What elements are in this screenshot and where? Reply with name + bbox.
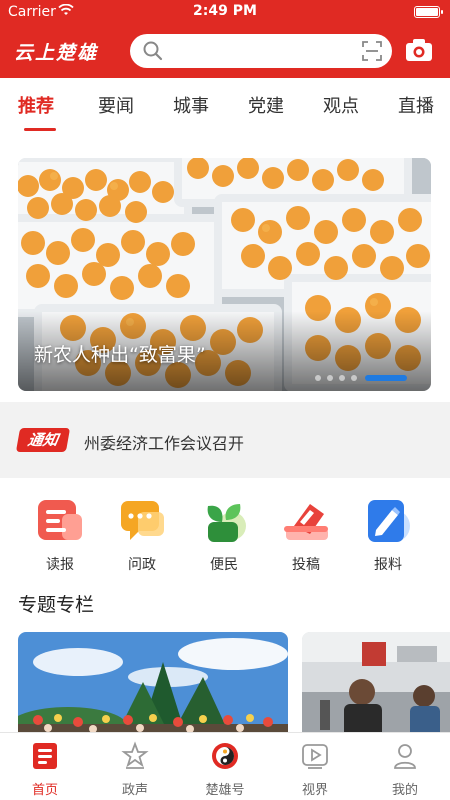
carousel-indicator bbox=[315, 375, 409, 381]
banner-carousel[interactable]: 新农人种出“致富果” bbox=[18, 158, 431, 391]
search-icon bbox=[142, 40, 164, 66]
status-time: 2:49 PM bbox=[193, 3, 257, 19]
section-title: 专题专栏 bbox=[18, 594, 95, 616]
quick-link-label: 便民 bbox=[210, 557, 238, 573]
status-bar: Carrier 2:49 PM bbox=[0, 0, 450, 24]
camera-icon[interactable] bbox=[405, 38, 433, 66]
bottom-nav: 首页 政声 楚雄号 视界 我的 bbox=[0, 732, 450, 800]
user-icon bbox=[390, 741, 420, 771]
quick-links: 读报 问政 便民 投稿 报料 bbox=[0, 478, 450, 578]
quick-link-read-paper[interactable]: 读报 bbox=[30, 496, 90, 574]
tab-recommend[interactable]: 推荐 bbox=[18, 92, 54, 118]
quick-link-label: 问政 bbox=[128, 557, 156, 573]
tab-opinion[interactable]: 观点 bbox=[323, 92, 359, 118]
nav-home[interactable]: 首页 bbox=[10, 741, 80, 798]
quick-link-report[interactable]: 报料 bbox=[358, 496, 418, 574]
chat-bubble-icon bbox=[116, 496, 168, 548]
nav-label: 我的 bbox=[391, 783, 418, 798]
nav-chuxiong[interactable]: 楚雄号 bbox=[190, 741, 260, 798]
star-badge-icon bbox=[120, 741, 150, 771]
nav-label: 政声 bbox=[121, 783, 148, 798]
carousel-dot[interactable] bbox=[315, 375, 321, 381]
notice-bar[interactable]: 通知 州委经济工作会议召开 bbox=[0, 402, 450, 478]
carousel-dot[interactable] bbox=[327, 375, 333, 381]
nav-politics[interactable]: 政声 bbox=[100, 741, 170, 798]
active-tab-indicator bbox=[24, 128, 56, 131]
notice-text[interactable]: 州委经济工作会议召开 bbox=[84, 430, 244, 454]
app-header: Carrier 2:49 PM 云上楚雄 bbox=[0, 0, 450, 78]
envelope-icon bbox=[280, 496, 332, 548]
tab-party[interactable]: 党建 bbox=[248, 92, 284, 118]
edit-note-icon bbox=[362, 496, 414, 548]
tab-city[interactable]: 城事 bbox=[173, 92, 209, 118]
tab-headlines[interactable]: 要闻 bbox=[98, 92, 134, 118]
nav-label: 楚雄号 bbox=[205, 783, 245, 798]
nav-mine[interactable]: 我的 bbox=[370, 741, 440, 798]
newspaper-icon bbox=[34, 496, 86, 548]
topic-card-image bbox=[18, 632, 288, 742]
video-play-icon bbox=[300, 741, 330, 771]
quick-link-convenience[interactable]: 便民 bbox=[194, 496, 254, 574]
channel-tabs: 推荐 要闻 城事 党建 观点 直播 bbox=[0, 78, 450, 138]
carousel-dot[interactable] bbox=[351, 375, 357, 381]
tab-live[interactable]: 直播 bbox=[398, 92, 434, 118]
topic-card[interactable] bbox=[18, 632, 288, 742]
search-bar[interactable] bbox=[130, 34, 392, 68]
banner-caption: 新农人种出“致富果” bbox=[34, 344, 206, 366]
quick-link-inquiry[interactable]: 问政 bbox=[112, 496, 172, 574]
quick-link-submit[interactable]: 投稿 bbox=[276, 496, 336, 574]
quick-link-label: 报料 bbox=[374, 557, 402, 573]
quick-link-label: 读报 bbox=[46, 557, 74, 573]
topic-card-image bbox=[302, 632, 450, 742]
home-news-icon bbox=[30, 741, 60, 771]
quick-link-label: 投稿 bbox=[292, 557, 320, 573]
notice-badge: 通知 bbox=[15, 428, 71, 452]
nav-vision[interactable]: 视界 bbox=[280, 741, 350, 798]
battery-icon bbox=[414, 6, 443, 18]
chuxiong-logo-icon bbox=[210, 741, 240, 771]
app-logo: 云上楚雄 bbox=[14, 42, 99, 64]
carousel-dot[interactable] bbox=[339, 375, 345, 381]
sprout-icon bbox=[198, 496, 250, 548]
scan-icon[interactable] bbox=[362, 41, 382, 65]
carousel-dot-active[interactable] bbox=[365, 375, 407, 381]
nav-label: 视界 bbox=[301, 783, 328, 798]
topic-card[interactable] bbox=[302, 632, 450, 742]
nav-label: 首页 bbox=[31, 783, 58, 798]
